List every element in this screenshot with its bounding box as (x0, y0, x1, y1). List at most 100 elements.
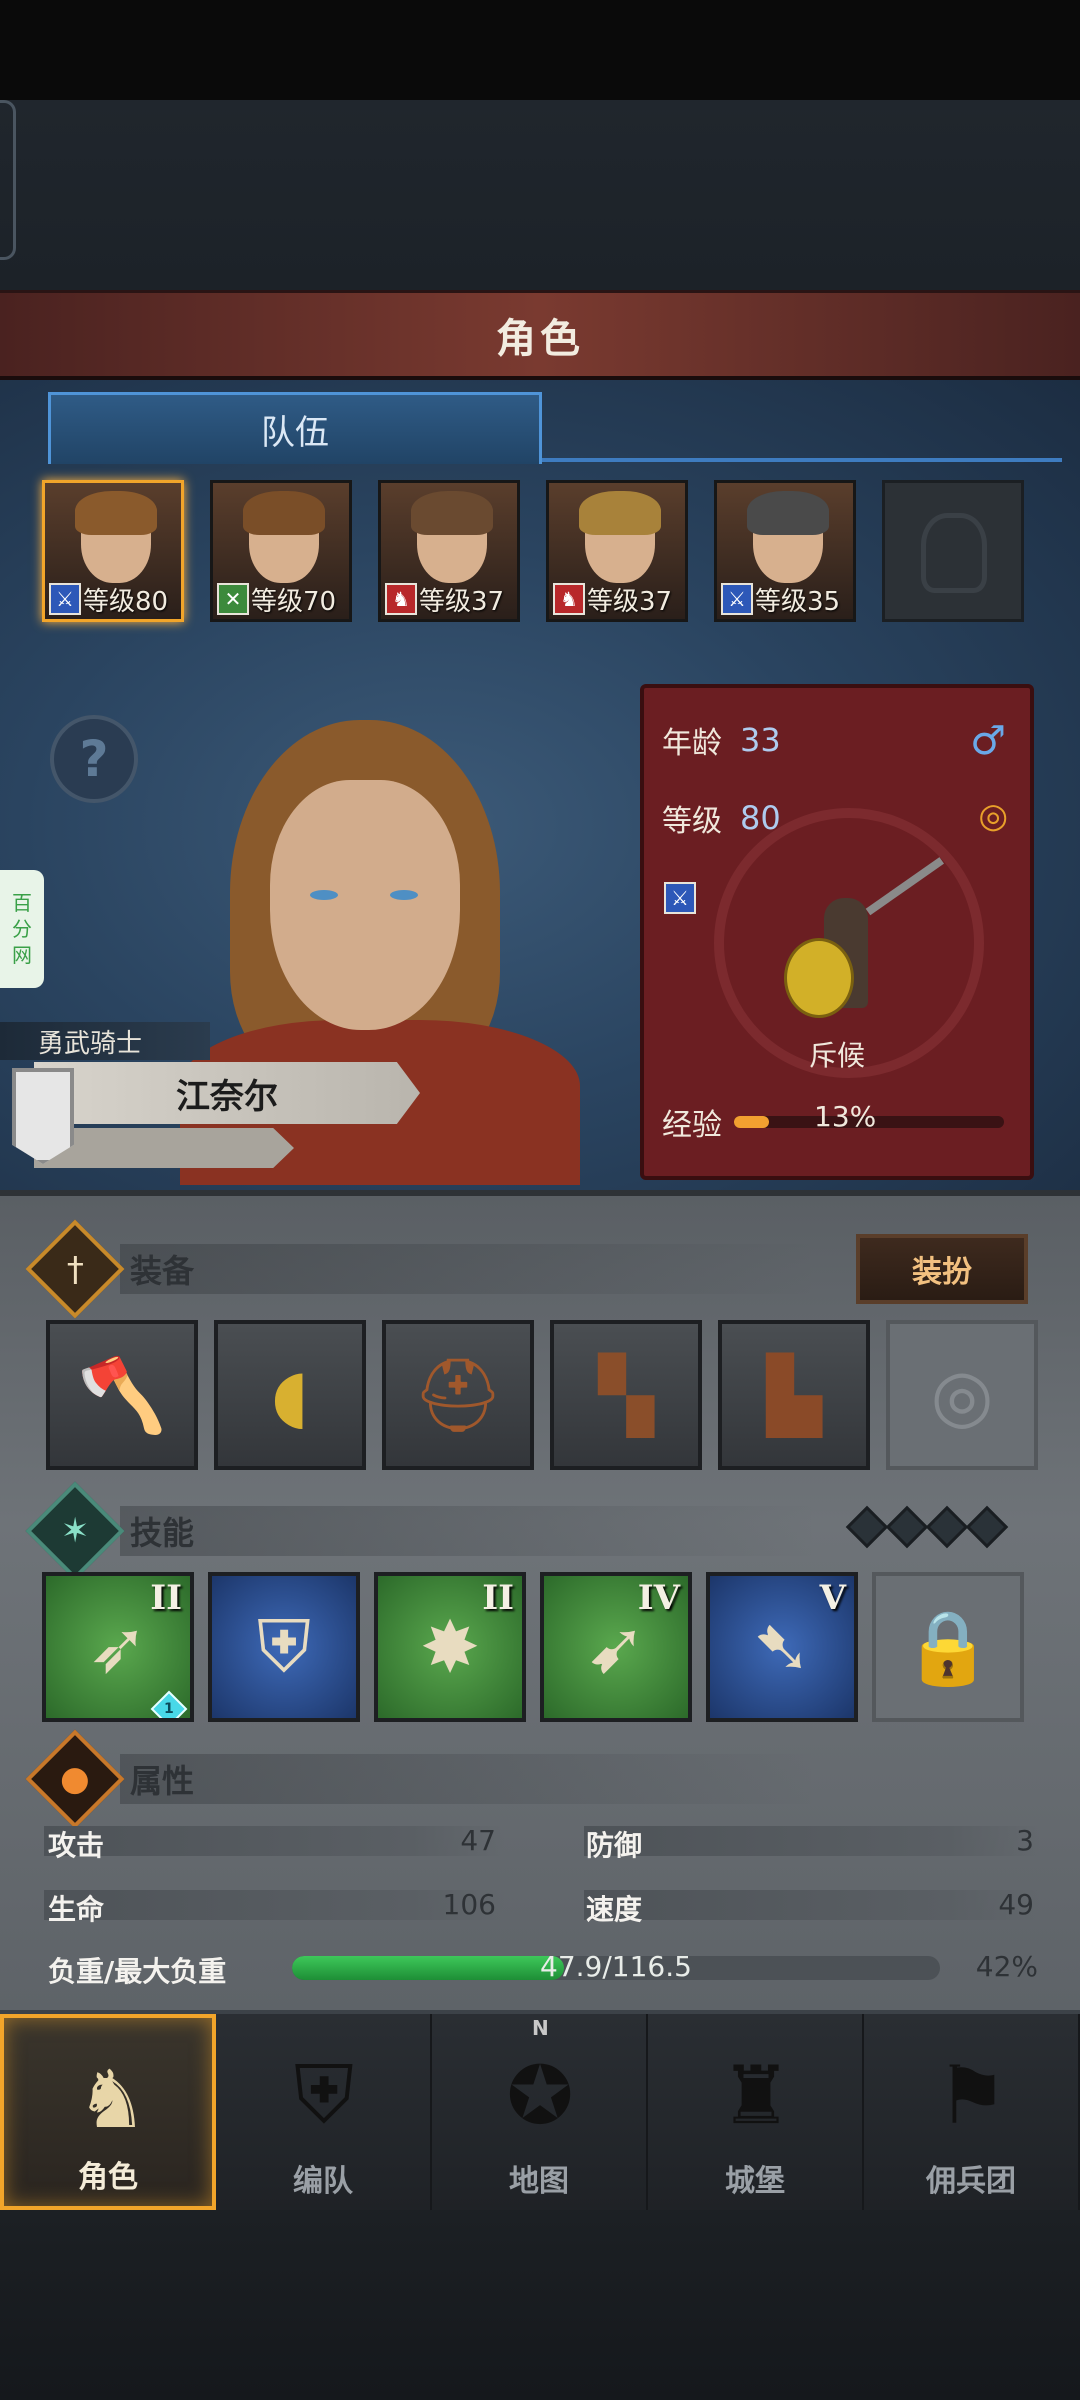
shield-icon: ◖ (271, 1353, 309, 1437)
dagger-icon: † (25, 1219, 125, 1319)
hero-name-plate[interactable]: 江奈尔 (34, 1062, 420, 1124)
tab-team-label: 队伍 (261, 413, 329, 453)
roster-slot[interactable]: ⚔ 等级35 (714, 480, 856, 622)
nav-formation[interactable]: ⛨ 编队 (216, 2014, 432, 2210)
skill-slot[interactable]: ⛨ (208, 1572, 360, 1722)
skill-slot[interactable]: ➶ II 1 (42, 1572, 194, 1722)
ring-icon[interactable]: ◎ (978, 796, 1008, 836)
nav-castle[interactable]: ♜ 城堡 (648, 2014, 864, 2210)
watermark-char: 网 (12, 943, 32, 967)
armor-icon: ▚ (598, 1353, 654, 1437)
roster-slot[interactable]: ♞ 等级37 (378, 480, 520, 622)
lock-icon: 🔒 (903, 1604, 993, 1689)
skill-slots: ➶ II 1 ⛨ ✸ II ➹ IV ➷ V 🔒 (42, 1572, 1024, 1722)
unit-figure (784, 857, 945, 1038)
level-value: 80 (740, 799, 781, 837)
portrait-hair (243, 491, 325, 535)
skill-points (845, 1505, 1009, 1549)
skill-slot[interactable]: ➹ IV (540, 1572, 692, 1722)
shield-bash-skill-icon: ⛨ (256, 1604, 311, 1688)
equipment-slots: 🪓 ◖ ⛑ ▚ ▙ ◎ (46, 1320, 1038, 1470)
speed-label: 速度 (586, 1893, 643, 1926)
watermark-char: 百 (12, 891, 32, 915)
equip-slot-ring[interactable]: ◎ (886, 1320, 1038, 1470)
male-gender-icon: ♂ (970, 718, 1006, 764)
equip-slot-weapon[interactable]: 🪓 (46, 1320, 198, 1470)
horse-icon: ♞ (385, 583, 417, 615)
dress-up-button[interactable]: 装扮 (856, 1234, 1028, 1304)
compass-map-icon: ✪ (506, 2048, 574, 2142)
skill-slot-locked[interactable]: 🔒 (872, 1572, 1024, 1722)
hero-info-card: 年龄 33 ♂ 等级 80 ◎ ⚔ 斥候 经验 13% (640, 684, 1034, 1180)
page-title: 角色 (496, 315, 584, 362)
hero-title: 勇武骑士 (0, 1022, 210, 1060)
skill-slot[interactable]: ➷ V (706, 1572, 858, 1722)
level-label: 等级 (662, 804, 722, 839)
equip-slot-armor[interactable]: ▚ (550, 1320, 702, 1470)
title-banner: 角色 (0, 290, 1080, 380)
skills-title: 技能 (130, 1514, 195, 1552)
bottom-nav: ♞ 角色 ⛨ 编队 ✪ 地图 ♜ 城堡 ⚑ 佣兵团 (0, 2010, 1080, 2210)
help-button[interactable]: ? (50, 715, 138, 803)
skill-point-icon (965, 1505, 1009, 1549)
team-roster: ⚔ 等级80 ✕ 等级70 ♞ 等级37 ♞ 等级37 ⚔ 等级35 (42, 480, 1042, 625)
horse-icon: ♞ (553, 583, 585, 615)
equip-slot-shield[interactable]: ◖ (214, 1320, 366, 1470)
header-area (0, 100, 1080, 290)
watermark-char: 分 (12, 917, 32, 941)
section-band (120, 1506, 820, 1556)
load-label: 负重/最大负重 (48, 1955, 227, 1988)
roster-level: 等级80 (83, 586, 169, 617)
roster-level-row: ♞ 等级37 (553, 581, 672, 617)
roster-level: 等级37 (419, 586, 505, 617)
roster-level-row: ⚔ 等级80 (49, 581, 168, 617)
roster-slot[interactable]: ⚔ 等级80 (42, 480, 184, 622)
exp-percent: 13% (814, 1100, 877, 1133)
sword-icon: ⚔ (664, 882, 696, 914)
equip-slot-boots[interactable]: ▙ (718, 1320, 870, 1470)
equip-slot-helmet[interactable]: ⛑ (382, 1320, 534, 1470)
nav-character[interactable]: ♞ 角色 (0, 2014, 216, 2210)
exp-label: 经验 (662, 1108, 722, 1143)
speed-value: 49 (998, 1888, 1034, 1921)
section-band (120, 1754, 820, 1804)
defense-label: 防御 (586, 1829, 643, 1862)
roster-slot[interactable]: ✕ 等级70 (210, 480, 352, 622)
bottom-area (0, 2210, 1080, 2400)
skill-rank: V (819, 1578, 846, 1618)
skill-rank: II (150, 1578, 182, 1618)
nav-label: 佣兵团 (926, 2164, 1016, 2199)
gem-count: 1 (164, 1701, 174, 1717)
hero-face (270, 780, 460, 1030)
nav-map[interactable]: ✪ 地图 (432, 2014, 648, 2210)
tab-team[interactable]: 队伍 (48, 392, 542, 464)
nav-label: 角色 (78, 2160, 138, 2195)
nav-label: 编队 (293, 2164, 353, 2199)
heraldry-shield-icon[interactable] (12, 1068, 74, 1164)
flame-icon: ● (25, 1729, 125, 1829)
skill-rank: IV (637, 1578, 680, 1618)
roster-slot[interactable]: ♞ 等级37 (546, 480, 688, 622)
compass-north: N (532, 2016, 549, 2040)
portrait-hair (747, 491, 829, 535)
hero-name: 江奈尔 (176, 1076, 278, 1117)
tab-underline (542, 458, 1062, 462)
attack-label: 攻击 (48, 1829, 105, 1862)
age-label: 年龄 (662, 726, 722, 761)
mercenary-banner-icon: ⚑ (936, 2048, 1008, 2142)
skill-rank: II (482, 1578, 514, 1618)
skill-slot[interactable]: ✸ II (374, 1572, 526, 1722)
exp-bar-fill (734, 1116, 770, 1128)
portrait-hair (579, 491, 661, 535)
attributes-header: ● 属性 (25, 1729, 194, 1829)
side-drawer-handle[interactable] (0, 100, 16, 260)
formation-icon: ⛨ (294, 2048, 354, 2141)
load-value: 47.9/116.5 (540, 1950, 692, 1983)
roster-slot-empty[interactable] (882, 480, 1024, 622)
defense-value: 3 (1016, 1824, 1034, 1857)
nav-mercenary[interactable]: ⚑ 佣兵团 (864, 2014, 1080, 2210)
unit-name: 斥候 (808, 1039, 865, 1072)
skill-point-icon (925, 1505, 969, 1549)
hero-eye (390, 890, 418, 900)
knight-icon: ♞ (76, 2052, 148, 2146)
